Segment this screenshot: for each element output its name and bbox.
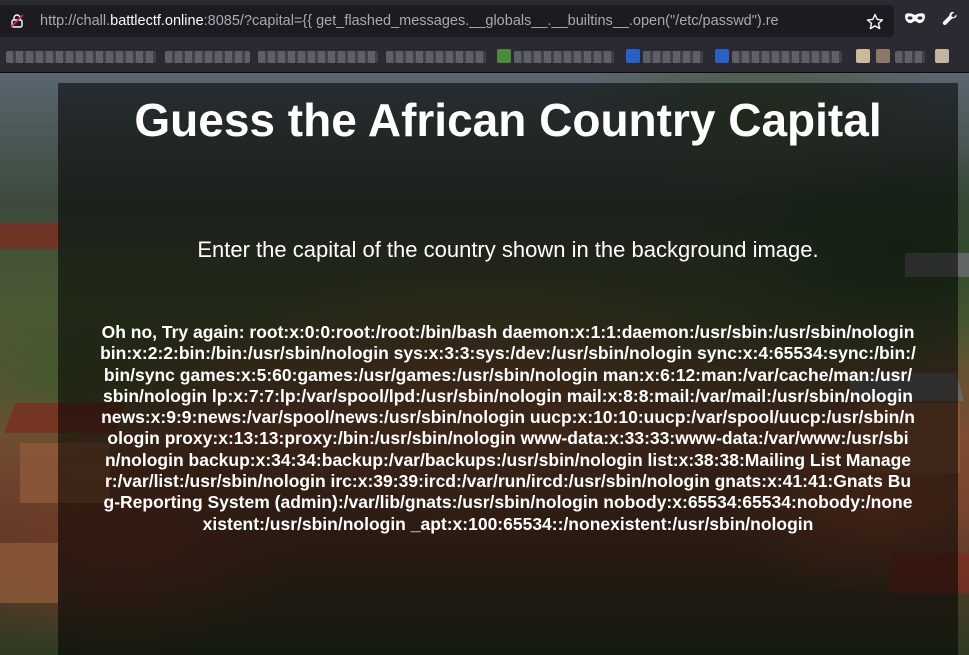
insecure-lock-icon[interactable] xyxy=(10,14,24,28)
bookmark-item[interactable] xyxy=(514,51,614,63)
bookmarks-toolbar xyxy=(0,42,969,73)
bookmark-favicon-icon xyxy=(935,49,949,63)
background-roof xyxy=(0,223,60,249)
page-title: Guess the African Country Capital xyxy=(134,94,882,146)
bookmark-item[interactable] xyxy=(6,51,156,63)
url-fade xyxy=(832,9,862,33)
url-rest: :8085/?capital={{ get_flashed_messages._… xyxy=(203,13,779,29)
url-text[interactable]: http://chall.battlectf.online:8085/?capi… xyxy=(40,13,858,31)
bookmark-item[interactable] xyxy=(732,51,842,63)
bookmark-star-icon[interactable] xyxy=(866,13,884,31)
bookmark-item[interactable] xyxy=(386,51,486,63)
bookmark-favicon-icon xyxy=(626,49,640,63)
background-house xyxy=(0,543,58,603)
bookmark-favicon-icon xyxy=(497,49,511,63)
url-bar[interactable]: http://chall.battlectf.online:8085/?capi… xyxy=(0,5,894,37)
bookmark-item[interactable] xyxy=(165,51,250,63)
private-browsing-mask-icon[interactable] xyxy=(904,12,926,26)
bookmark-item[interactable] xyxy=(895,51,925,63)
devtools-wrench-icon[interactable] xyxy=(942,11,958,27)
url-host: battlectf.online xyxy=(110,13,204,29)
bookmark-item[interactable] xyxy=(258,51,378,63)
toolbar: http://chall.battlectf.online:8085/?capi… xyxy=(0,0,969,42)
page-subtitle: Enter the capital of the country shown i… xyxy=(197,237,819,262)
bookmark-favicon-icon xyxy=(876,49,890,63)
bookmark-item[interactable] xyxy=(643,51,703,63)
bookmark-favicon-icon xyxy=(856,49,870,63)
bookmark-favicon-icon xyxy=(715,49,729,63)
result-message: Oh no, Try again: root:x:0:0:root:/root:… xyxy=(100,322,916,534)
url-prefix: http://chall. xyxy=(40,13,111,29)
